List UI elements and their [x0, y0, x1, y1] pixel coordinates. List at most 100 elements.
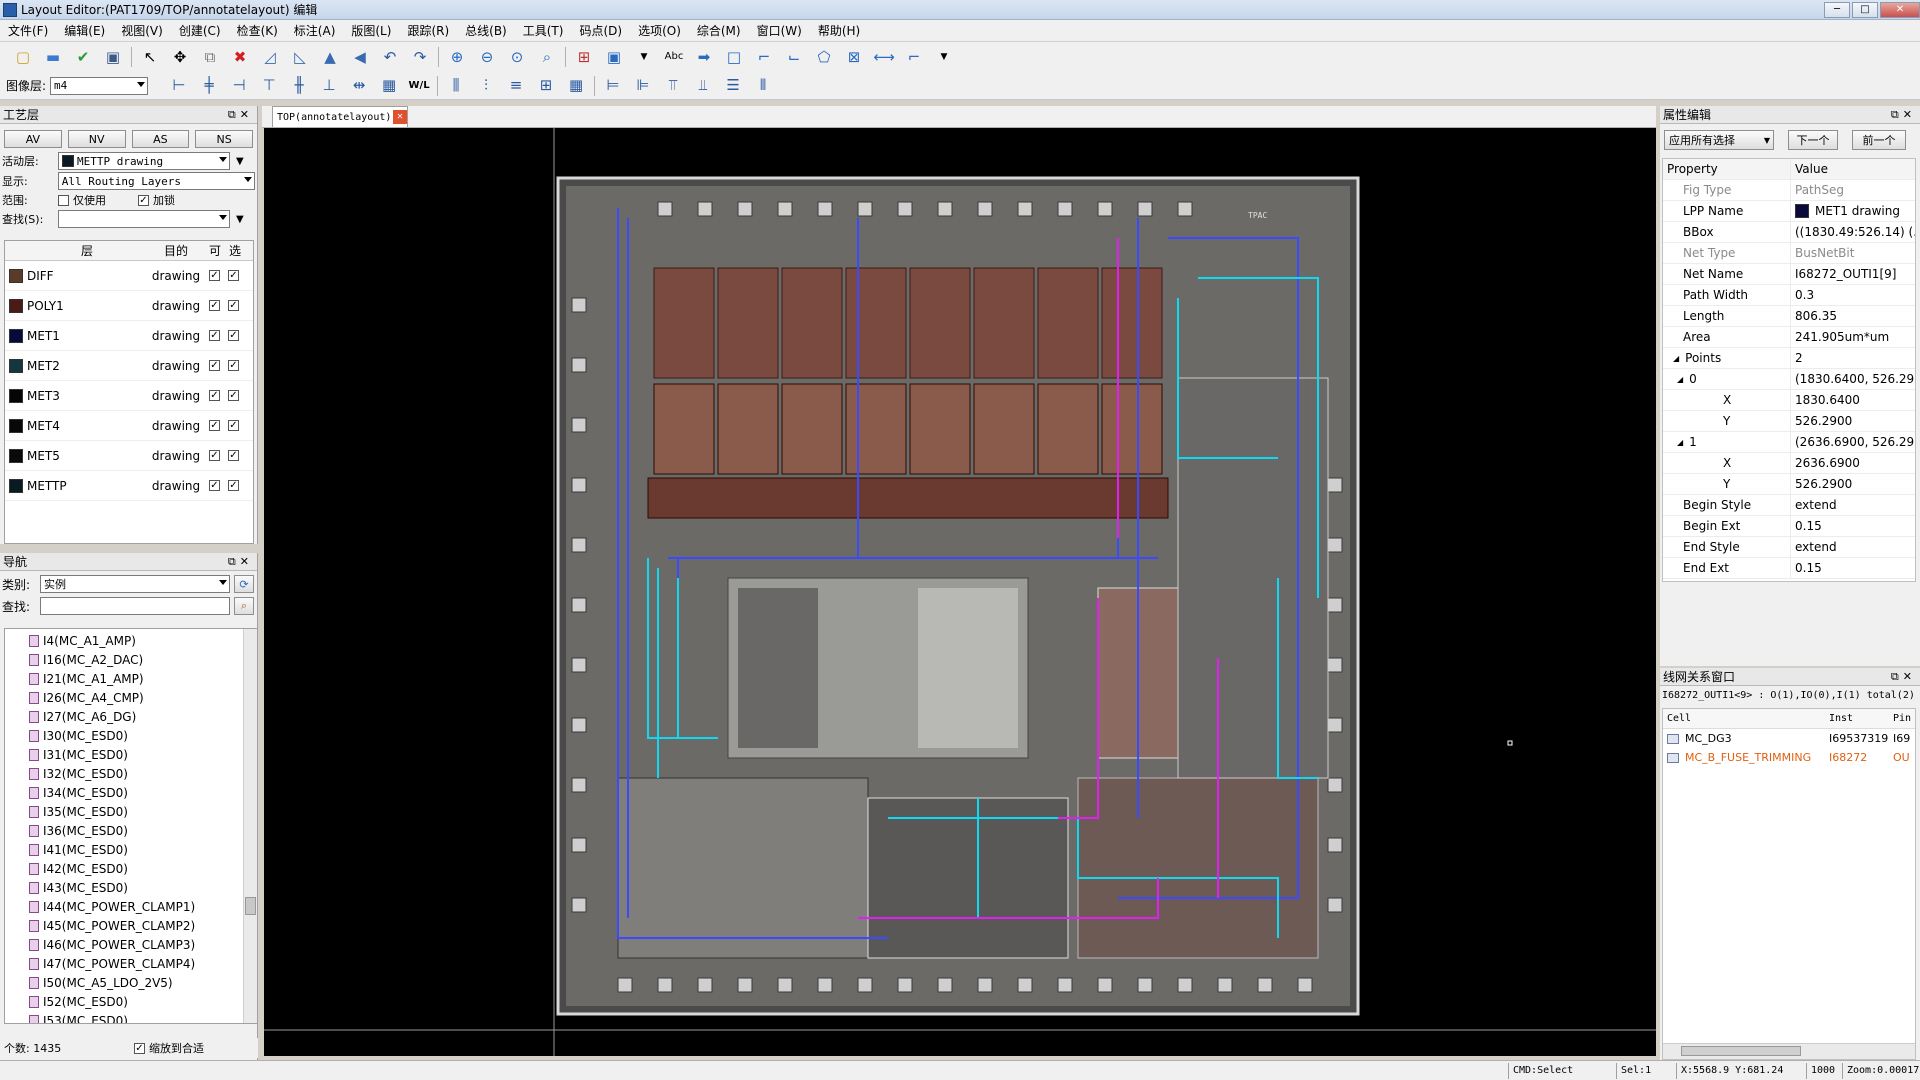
group-icon[interactable]: ⊞: [535, 75, 557, 97]
copy-icon[interactable]: ⧉: [199, 46, 221, 68]
instance-item[interactable]: I4(MC_A1_AMP): [5, 631, 257, 650]
visible-checkbox[interactable]: ✓: [209, 330, 220, 341]
layer-filter-button[interactable]: AS: [131, 130, 190, 148]
expand-triangle-icon[interactable]: ◢: [1677, 375, 1683, 384]
instance-icon[interactable]: ▣: [603, 46, 625, 68]
grid-icon[interactable]: ▦: [378, 75, 400, 97]
property-row[interactable]: ◢ 0 (1830.6400, 526.29...: [1663, 368, 1915, 390]
menu-item[interactable]: 码点(D): [571, 22, 630, 39]
zoom-out-icon[interactable]: ⊖: [476, 46, 498, 68]
previous-button[interactable]: 前一个: [1852, 130, 1906, 150]
property-value[interactable]: 0.15: [1791, 561, 1915, 575]
net-row[interactable]: MC_B_FUSE_TRIMMING I68272 OU: [1663, 748, 1915, 767]
instance-item[interactable]: I42(MC_ESD0): [5, 859, 257, 878]
wl-icon[interactable]: W/L: [408, 75, 430, 97]
property-row[interactable]: Y 526.2900: [1663, 473, 1915, 495]
property-value[interactable]: 526.2900: [1791, 414, 1915, 428]
instance-item[interactable]: I44(MC_POWER_CLAMP1): [5, 897, 257, 916]
property-row[interactable]: Net Name I68272_OUTI1[9]: [1663, 263, 1915, 285]
image-layer-select[interactable]: m4: [50, 76, 149, 95]
instance-item[interactable]: I31(MC_ESD0): [5, 745, 257, 764]
spacing-icon[interactable]: ⊫: [632, 75, 654, 97]
only-use-checkbox[interactable]: [58, 194, 69, 206]
next-button[interactable]: 下一个: [1788, 130, 1838, 150]
rotate-icon[interactable]: ◿: [259, 46, 281, 68]
via-icon[interactable]: ⊠: [843, 46, 865, 68]
zoom-area-icon[interactable]: ⌕: [536, 46, 558, 68]
layer-row[interactable]: POLY1 drawing ✓ ✓: [5, 291, 253, 321]
menu-item[interactable]: 综合(M): [689, 22, 749, 39]
property-row[interactable]: End Style extend: [1663, 536, 1915, 558]
flip-icon[interactable]: ◺: [289, 46, 311, 68]
menu-item[interactable]: 窗口(W): [749, 22, 810, 39]
dropdown-icon[interactable]: ▼: [633, 46, 655, 68]
instance-item[interactable]: I35(MC_ESD0): [5, 802, 257, 821]
layer-row[interactable]: MET3 drawing ✓ ✓: [5, 381, 253, 411]
visible-checkbox[interactable]: ✓: [209, 300, 220, 311]
net-row[interactable]: MC_DG3 I69537319 I69: [1663, 729, 1915, 748]
layer-search-input[interactable]: [58, 210, 230, 228]
instance-item[interactable]: I47(MC_POWER_CLAMP4): [5, 954, 257, 973]
property-value[interactable]: (1830.6400, 526.29...: [1791, 372, 1915, 386]
net-table-hscrollbar[interactable]: [1663, 1043, 1915, 1059]
instance-item[interactable]: I45(MC_POWER_CLAMP2): [5, 916, 257, 935]
lock-checkbox[interactable]: ✓: [138, 194, 149, 206]
property-value[interactable]: PathSeg: [1791, 183, 1915, 197]
polygon-icon[interactable]: ⬠: [813, 46, 835, 68]
instance-item[interactable]: I53(MC_ESD0): [5, 1011, 257, 1023]
property-value[interactable]: I68272_OUTI1[9]: [1791, 267, 1915, 281]
check-icon[interactable]: ✔: [72, 46, 94, 68]
distribute-h-icon[interactable]: ⫼: [445, 75, 467, 97]
instance-item[interactable]: I46(MC_POWER_CLAMP3): [5, 935, 257, 954]
menu-item[interactable]: 检查(K): [229, 22, 286, 39]
property-value[interactable]: (2636.6900, 526.29...: [1791, 435, 1915, 449]
panel-float-close-icon[interactable]: ⧉✕: [1891, 670, 1920, 684]
align-top-icon[interactable]: ⊤: [258, 75, 280, 97]
nav-search-input[interactable]: [40, 597, 230, 615]
dropdown-icon[interactable]: ▼: [933, 46, 955, 68]
selectable-checkbox[interactable]: ✓: [228, 390, 239, 401]
instance-item[interactable]: I26(MC_A4_CMP): [5, 688, 257, 707]
layer-row[interactable]: MET4 drawing ✓ ✓: [5, 411, 253, 441]
spacing-icon[interactable]: ⦀: [752, 75, 774, 97]
arrow-right-icon[interactable]: ➡: [693, 46, 715, 68]
open-folder-icon[interactable]: ▬: [42, 46, 64, 68]
property-row[interactable]: Y 526.2900: [1663, 410, 1915, 432]
align-middle-icon[interactable]: ╫: [288, 75, 310, 97]
label-icon[interactable]: Abc: [663, 46, 685, 68]
property-value[interactable]: 806.35: [1791, 309, 1915, 323]
space-icon[interactable]: ⇹: [348, 75, 370, 97]
property-value[interactable]: extend: [1791, 498, 1915, 512]
align-left-icon[interactable]: ⊢: [168, 75, 190, 97]
property-row[interactable]: Begin Ext 0.15: [1663, 515, 1915, 537]
distribute-v-icon[interactable]: ⫶: [475, 75, 497, 97]
menu-item[interactable]: 帮助(H): [810, 22, 868, 39]
mirror-icon[interactable]: ▲: [319, 46, 341, 68]
menu-item[interactable]: 编辑(E): [56, 22, 113, 39]
property-row[interactable]: Area 241.905um*um: [1663, 326, 1915, 348]
layer-row[interactable]: MET1 drawing ✓ ✓: [5, 321, 253, 351]
instance-item[interactable]: I52(MC_ESD0): [5, 992, 257, 1011]
menu-item[interactable]: 视图(V): [113, 22, 171, 39]
redo-icon[interactable]: ↷: [409, 46, 431, 68]
property-value[interactable]: 0.15: [1791, 519, 1915, 533]
selectable-checkbox[interactable]: ✓: [228, 300, 239, 311]
zoom-in-icon[interactable]: ⊕: [446, 46, 468, 68]
wire-icon[interactable]: ⌐: [903, 46, 925, 68]
spacing-icon[interactable]: ☰: [722, 75, 744, 97]
visible-checkbox[interactable]: ✓: [209, 450, 220, 461]
instance-item[interactable]: I36(MC_ESD0): [5, 821, 257, 840]
menu-item[interactable]: 文件(F): [0, 22, 56, 39]
instance-item[interactable]: I30(MC_ESD0): [5, 726, 257, 745]
tab-top-annotatelayout[interactable]: TOP(annotatelayout) ✕: [272, 106, 408, 127]
property-row[interactable]: ◢ 1 (2636.6900, 526.29...: [1663, 431, 1915, 453]
visible-checkbox[interactable]: ✓: [209, 390, 220, 401]
visible-checkbox[interactable]: ✓: [209, 480, 220, 491]
align-right-icon[interactable]: ⊣: [228, 75, 250, 97]
save-icon[interactable]: ▣: [102, 46, 124, 68]
spacing-icon[interactable]: ⫪: [662, 75, 684, 97]
category-select[interactable]: 实例: [40, 575, 230, 593]
property-row[interactable]: Begin Style extend: [1663, 494, 1915, 516]
new-file-icon[interactable]: ▢: [12, 46, 34, 68]
selectable-checkbox[interactable]: ✓: [228, 450, 239, 461]
